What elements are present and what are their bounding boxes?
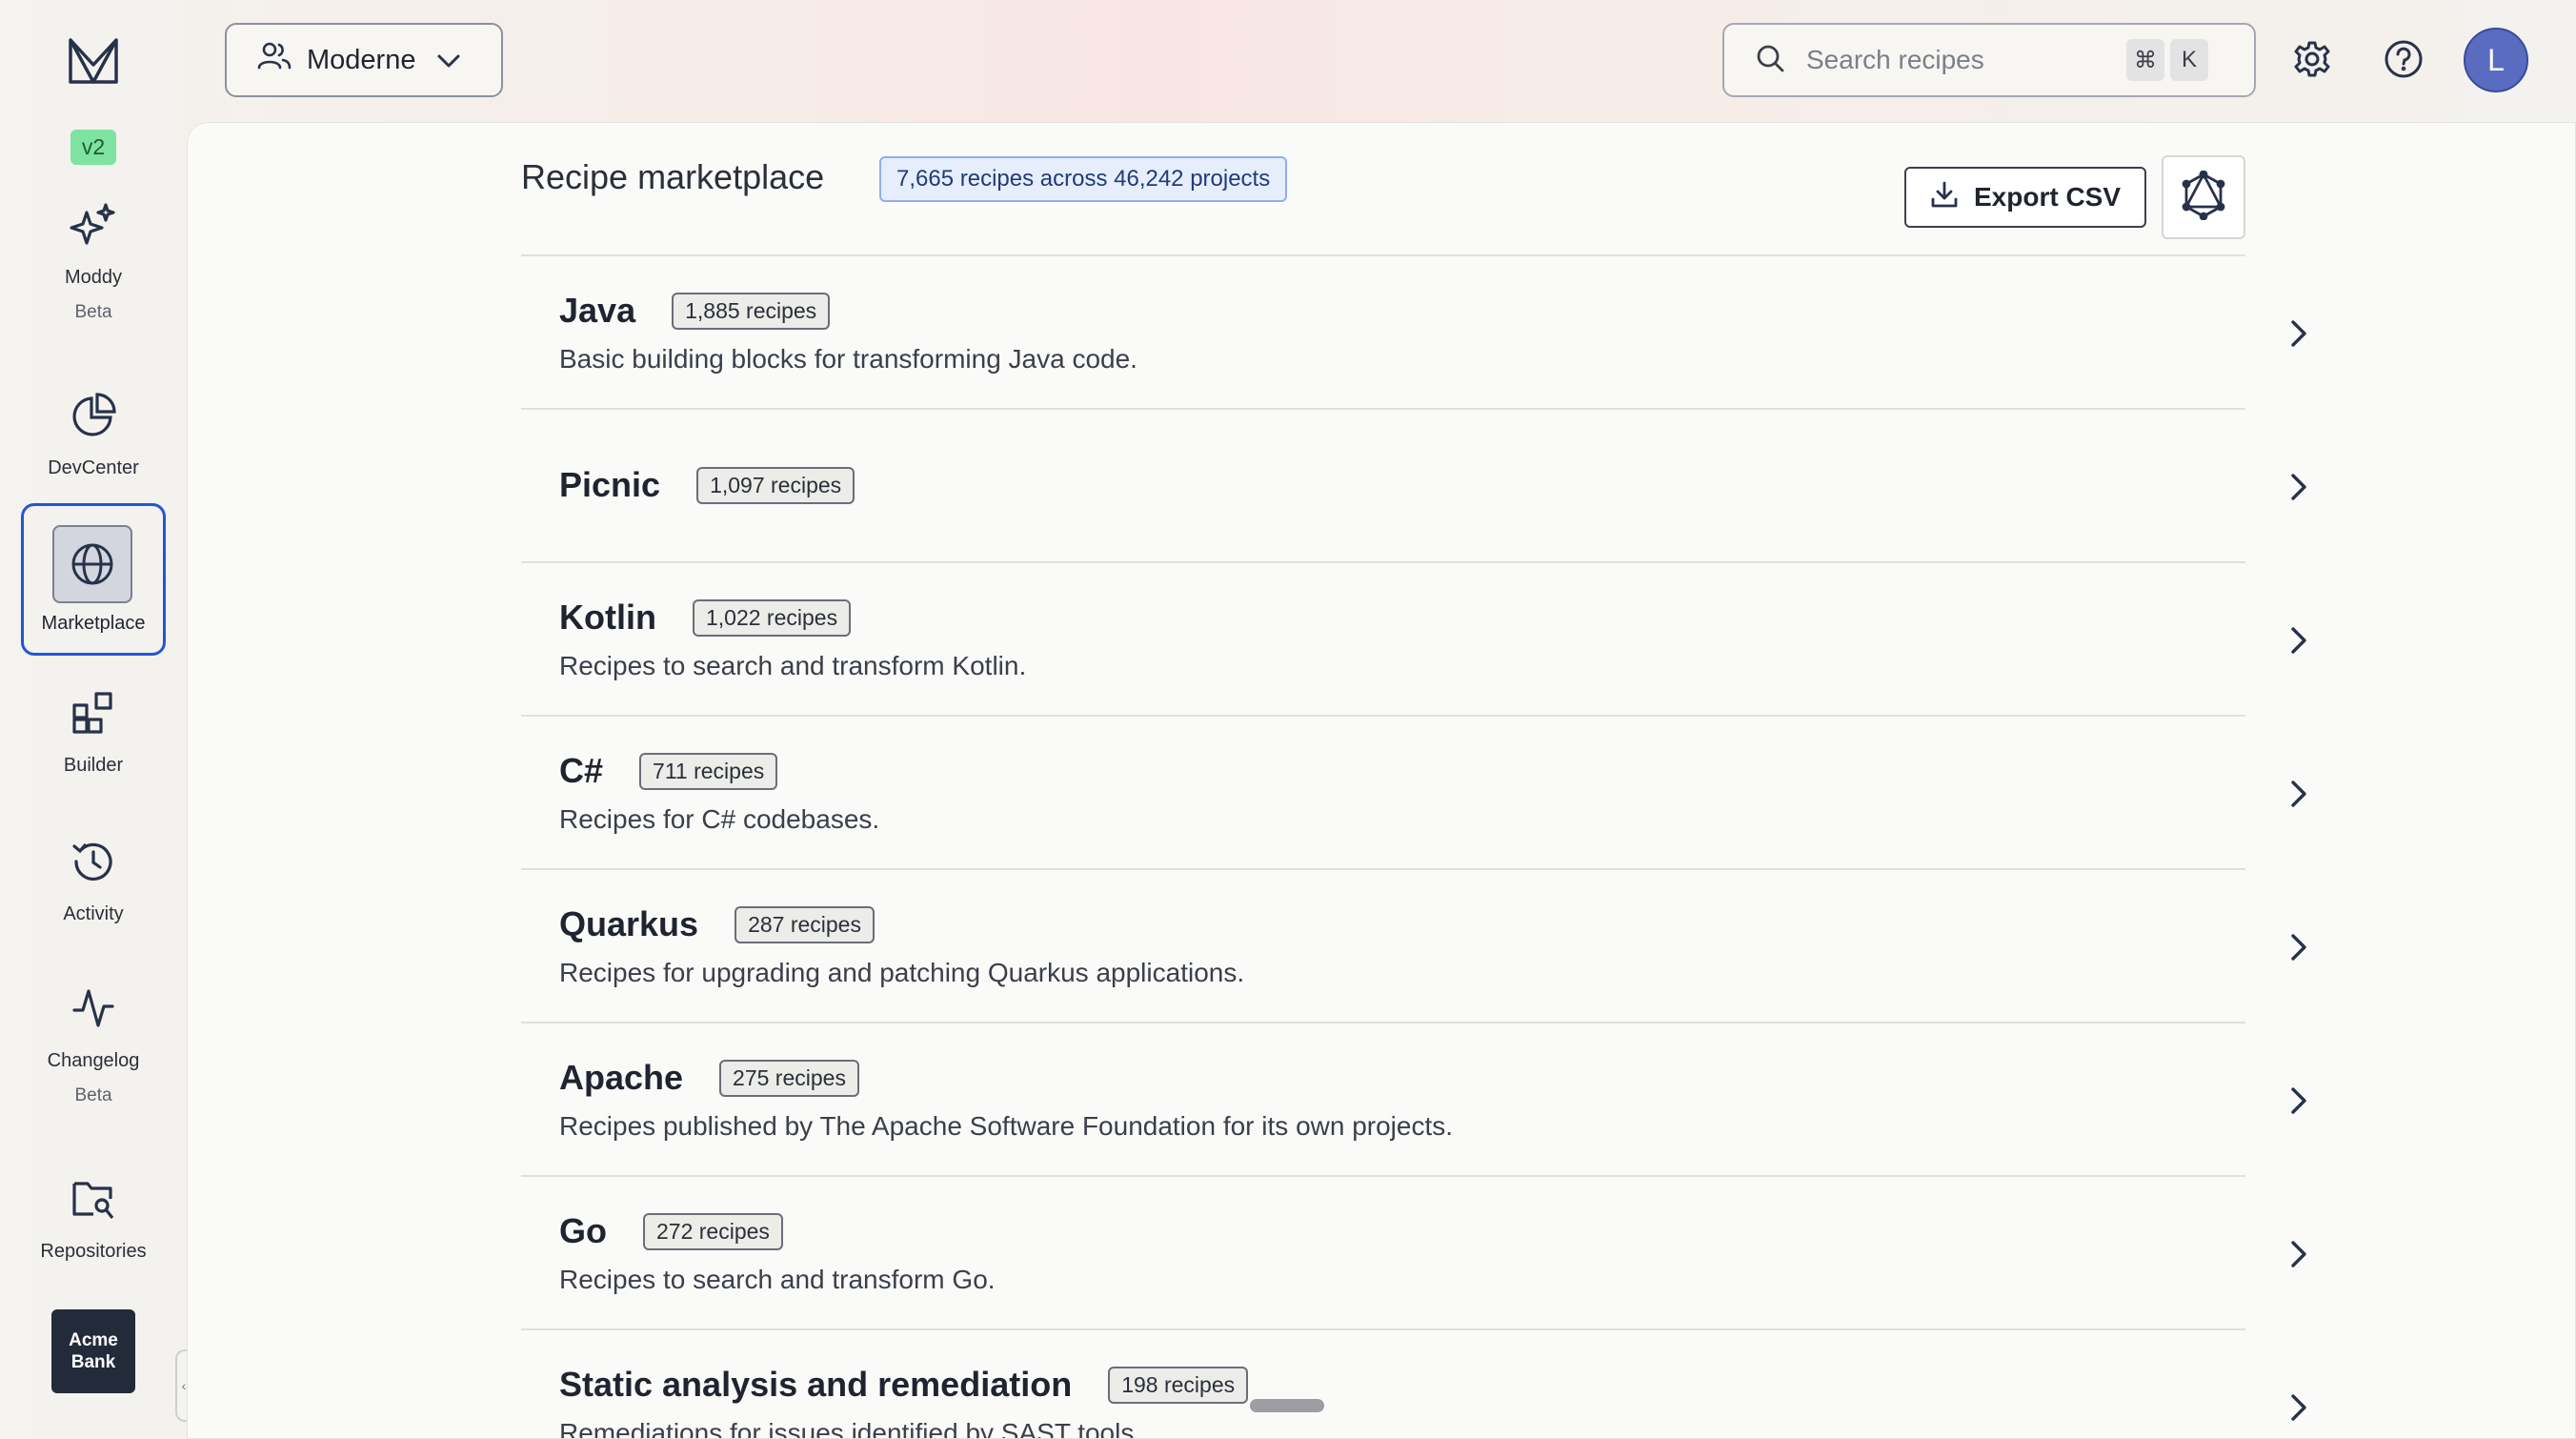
chevron-right-icon xyxy=(2280,770,2318,818)
user-avatar[interactable]: L xyxy=(2464,28,2528,92)
chevron-right-icon xyxy=(2280,1230,2318,1278)
chevron-right-icon xyxy=(2280,310,2318,357)
search-icon xyxy=(1755,43,1785,78)
page-title: Recipe marketplace xyxy=(521,157,825,196)
export-csv-label: Export CSV xyxy=(1973,182,2122,212)
search-box[interactable]: ⌘ K xyxy=(1722,23,2256,97)
beta-label: Beta xyxy=(74,302,112,322)
category-name: Java xyxy=(559,291,636,330)
shortcut-k-key: K xyxy=(2170,39,2208,81)
category-row-csharp[interactable]: C# 711 recipes Recipes for C# codebases. xyxy=(521,717,2306,870)
sparkle-icon xyxy=(69,200,118,250)
recipe-count-badge: 1,097 recipes xyxy=(696,466,855,504)
export-csv-button[interactable]: Export CSV xyxy=(1904,167,2146,228)
download-icon xyxy=(1930,180,1959,215)
moderne-logo-icon[interactable] xyxy=(67,34,120,88)
pie-chart-icon xyxy=(69,391,118,440)
search-input[interactable] xyxy=(1806,45,2121,75)
category-row-java[interactable]: Java 1,885 recipes Basic building blocks … xyxy=(521,256,2306,410)
users-icon xyxy=(257,41,292,79)
category-row-quarkus[interactable]: Quarkus 287 recipes Recipes for upgrading… xyxy=(521,870,2306,1024)
category-description: Recipes for C# codebases. xyxy=(559,804,880,834)
recipe-count-badge: 1,022 recipes xyxy=(692,598,852,637)
history-icon xyxy=(69,837,118,886)
chevron-right-icon xyxy=(2280,463,2318,511)
category-name: Picnic xyxy=(559,465,661,504)
sidebar-item-builder[interactable]: Builder xyxy=(0,688,187,777)
chevron-right-icon xyxy=(2280,1077,2318,1125)
recipe-count-badge: 1,885 recipes xyxy=(672,292,831,330)
blocks-icon xyxy=(69,688,118,738)
chevron-down-icon xyxy=(436,45,461,76)
sidebar-item-label: Changelog xyxy=(47,1050,140,1071)
graphql-icon xyxy=(2181,170,2226,225)
recipe-count-badge: 287 recipes xyxy=(735,905,875,943)
category-row-static-analysis[interactable]: Static analysis and remediation 198 recip… xyxy=(521,1330,2306,1439)
chevron-right-icon xyxy=(2280,1384,2318,1431)
category-name: Static analysis and remediation xyxy=(559,1365,1073,1404)
category-name: Kotlin xyxy=(559,598,656,637)
version-badge: v2 xyxy=(70,130,117,165)
settings-gear-icon[interactable] xyxy=(2284,31,2340,87)
sidebar-item-label: Builder xyxy=(63,755,124,776)
recipe-count-badge: 272 recipes xyxy=(643,1212,783,1250)
category-row-picnic[interactable]: Picnic 1,097 recipes xyxy=(521,410,2306,563)
category-description: Recipes published by The Apache Software… xyxy=(559,1111,1454,1141)
help-icon[interactable] xyxy=(2376,31,2431,87)
chevron-right-icon xyxy=(2280,617,2318,664)
beta-label: Beta xyxy=(74,1085,112,1105)
sidebar-item-activity[interactable]: Activity xyxy=(0,837,187,925)
globe-icon xyxy=(52,525,132,603)
sidebar-item-label: Moddy xyxy=(64,267,123,288)
category-row-kotlin[interactable]: Kotlin 1,022 recipes Recipes to search an… xyxy=(521,563,2306,717)
category-description: Remediations for issues identified by SA… xyxy=(559,1418,1142,1439)
category-name: C# xyxy=(559,751,604,790)
category-description: Recipes to search and transform Go. xyxy=(559,1265,996,1294)
org-name: Moderne xyxy=(307,44,416,75)
recipe-count-badge: 711 recipes xyxy=(639,752,778,790)
sidebar-item-marketplace[interactable]: Marketplace xyxy=(21,503,166,656)
sidebar-item-moddy[interactable]: Moddy Beta xyxy=(0,200,187,323)
shortcut-mod-key: ⌘ xyxy=(2126,39,2164,81)
pulse-icon xyxy=(69,983,118,1033)
category-row-apache[interactable]: Apache 275 recipes Recipes published by T… xyxy=(521,1024,2306,1177)
category-description: Basic building blocks for transforming J… xyxy=(559,344,1137,374)
sidebar-item-label: Repositories xyxy=(40,1241,147,1262)
scrollbar-thumb[interactable] xyxy=(1250,1399,1324,1412)
category-row-go[interactable]: Go 272 recipes Recipes to search and tran… xyxy=(521,1177,2306,1330)
category-description: Recipes to search and transform Kotlin. xyxy=(559,651,1027,680)
folder-icon xyxy=(69,1174,118,1224)
category-name: Go xyxy=(559,1211,607,1250)
org-selector[interactable]: Moderne xyxy=(225,23,503,97)
category-description: Recipes for upgrading and patching Quark… xyxy=(559,958,1245,987)
sidebar-item-repositories[interactable]: Repositories xyxy=(0,1174,187,1263)
chevron-right-icon xyxy=(2280,923,2318,971)
graphql-button[interactable] xyxy=(2162,155,2245,239)
category-list: Java 1,885 recipes Basic building blocks … xyxy=(521,254,2306,1439)
main-panel: Recipe marketplace 7,665 recipes across … xyxy=(187,122,2576,1439)
recipe-count-badge: 198 recipes xyxy=(1108,1366,1249,1404)
sidebar-item-changelog[interactable]: Changelog Beta xyxy=(0,983,187,1106)
summary-badge: 7,665 recipes across 46,242 projects xyxy=(879,156,1288,202)
sidebar-item-label: Marketplace xyxy=(41,613,146,634)
sidebar-item-label: DevCenter xyxy=(48,457,139,478)
sidebar-item-devcenter[interactable]: DevCenter xyxy=(0,391,187,479)
org-tile[interactable]: Acme Bank xyxy=(51,1309,135,1393)
sidebar-item-label: Activity xyxy=(63,903,124,924)
category-name: Quarkus xyxy=(559,904,699,943)
category-name: Apache xyxy=(559,1058,684,1097)
recipe-count-badge: 275 recipes xyxy=(719,1059,859,1097)
